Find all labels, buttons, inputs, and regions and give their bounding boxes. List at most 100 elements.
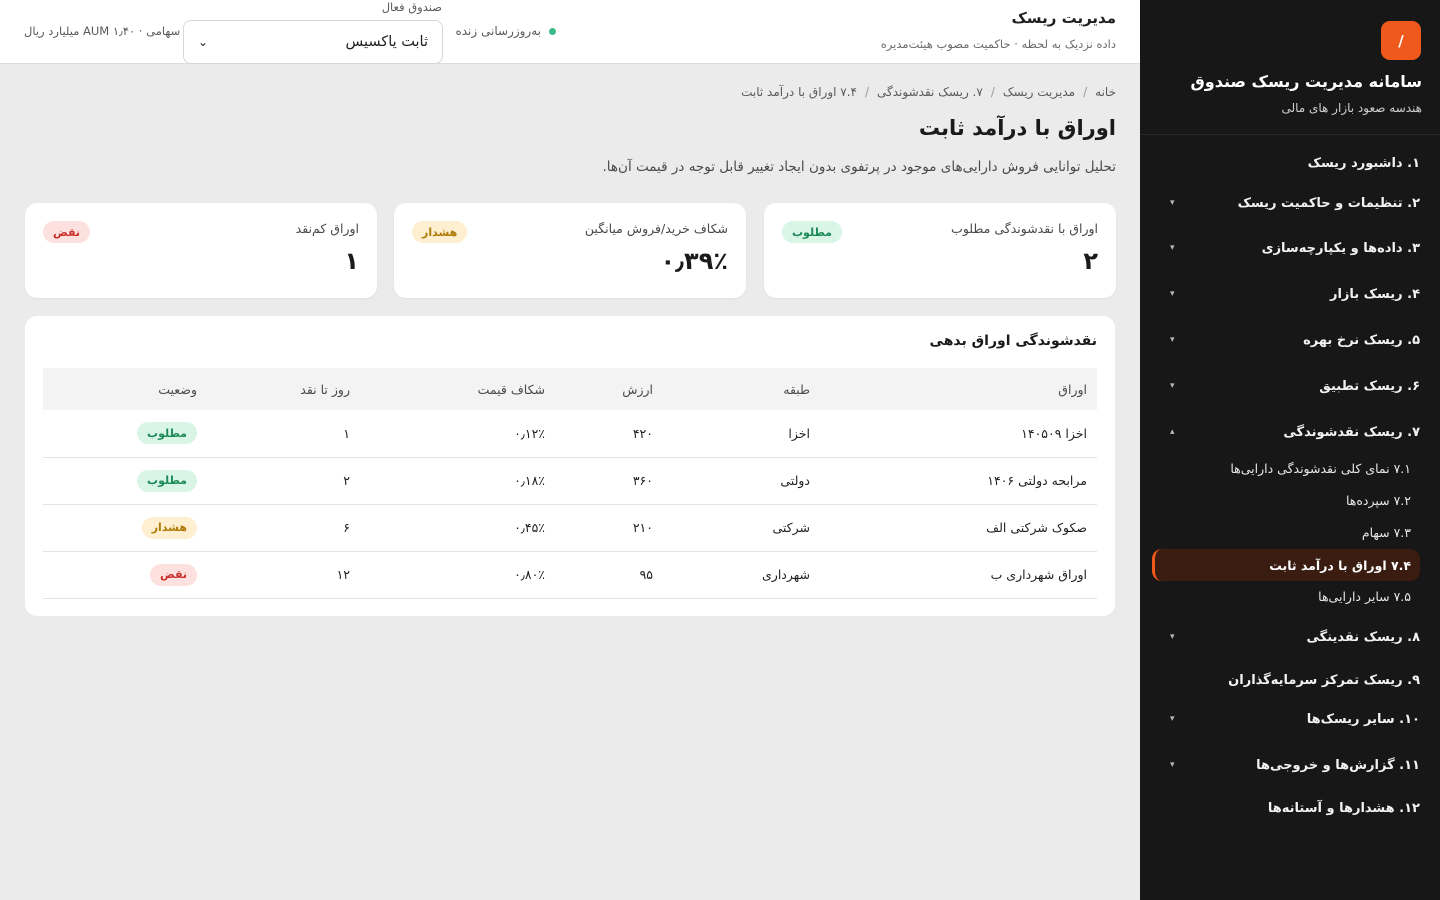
sidebar-item-label: ۱. داشبورد ریسک [1307,155,1420,171]
sidebar-item-investor-concentration[interactable]: ۹. ریسک تمرکز سرمایه‌گذاران [1160,668,1420,692]
chevron-down-icon: ⌄ [198,35,209,49]
cell-days: ۶ [343,520,350,535]
cell-value: ۳۶۰ [632,473,653,488]
sidebar-item-data[interactable]: ۳. داده‌ها و یکپارچه‌سازی ▾ [1160,236,1420,260]
top-header: مدیریت ریسک داده نزدیک به لحظه · حاکمیت … [0,0,1140,64]
sidebar-item-label: ۶. ریسک تطبیق [1319,378,1420,394]
cell-spread: ۰٫۸۰٪ [514,567,545,582]
sidebar-item-label: ۴. ریسک بازار [1329,286,1420,302]
sidebar-brand: / سامانه مدیریت ریسک صندوق هندسه صعود با… [1140,0,1440,135]
app-logo[interactable]: / [1381,21,1421,60]
sidebar-item-compliance-risk[interactable]: ۶. ریسک تطبیق ▾ [1160,374,1420,398]
kpi-value: ۱ [344,247,359,275]
breadcrumb-separator: / [864,85,870,99]
sidebar-subitem-stocks[interactable]: ۷.۳ سهام [1362,521,1411,543]
sidebar-subitem-fixed-income[interactable]: ۷.۴ اوراق با درآمد ثابت [1152,549,1420,581]
sidebar-item-label: ۱۱. گزارش‌ها و خروجی‌ها [1256,757,1420,773]
table-header-row: اوراق طبقه ارزش شکاف قیمت روز تا نقد وضع… [43,368,1097,410]
status-badge: مطلوب [137,469,197,492]
status-badge: نقض [149,563,197,586]
cell-bond: مرابحه دولتی ۱۴۰۶ [987,473,1087,488]
chevron-down-icon: ▾ [1170,714,1175,724]
cell-class: شرکتی [772,520,810,535]
table-title: نقدشوندگی اوراق بدهی [929,333,1097,349]
table-row: صکوک شرکتی الف شرکتی ۲۱۰ ۰٫۴۵٪ ۶ هشدار [43,504,1097,551]
sidebar-item-cash-risk[interactable]: ۸. ریسک نقدینگی ▾ [1160,625,1420,649]
chevron-up-icon: ▴ [1170,427,1175,437]
cell-class: شهرداری [762,567,810,582]
sidebar-item-alerts[interactable]: ۱۲. هشدارها و آستانه‌ها [1160,796,1420,820]
chevron-down-icon: ▾ [1170,198,1175,208]
bond-liquidity-table: اوراق طبقه ارزش شکاف قیمت روز تا نقد وضع… [43,368,1097,599]
kpi-title: اوراق با نقدشوندگی مطلوب [951,221,1098,236]
chevron-down-icon: ▾ [1170,335,1175,345]
header-subtitle: داده نزدیک به لحظه · حاکمیت مصوب هیئت‌مد… [880,37,1116,51]
sidebar-item-governance[interactable]: ۲. تنظیمات و حاکمیت ریسک ▾ [1160,191,1420,215]
kpi-card-liquid-bonds: اوراق با نقدشوندگی مطلوب ۲ مطلوب [764,203,1116,298]
fund-select-value: ثابت یاکسیس [345,34,429,50]
column-header-bond: اوراق [1058,381,1087,397]
sidebar-subitem-overview[interactable]: ۷.۱ نمای کلی نقدشوندگی دارایی‌ها [1230,457,1411,479]
sidebar-item-other-risks[interactable]: ۱۰. سایر ریسک‌ها ▾ [1160,707,1420,731]
sidebar-item-interest-risk[interactable]: ۵. ریسک نرخ بهره ▾ [1160,328,1420,352]
status-badge: نقض [43,221,91,243]
sidebar-item-label: ۲. تنظیمات و حاکمیت ریسک [1237,195,1420,211]
table-row: اوراق شهرداری ب شهرداری ۹۵ ۰٫۸۰٪ ۱۲ نقض [43,551,1097,598]
cell-value: ۲۱۰ [632,520,653,535]
column-header-spread: شکاف قیمت [477,381,545,397]
cell-days: ۱ [343,425,350,441]
kpi-title: شکاف خرید/فروش میانگین [584,221,728,236]
fund-select[interactable]: ثابت یاکسیس ⌄ [183,20,443,64]
column-header-value: ارزش [622,381,653,397]
sidebar-item-market-risk[interactable]: ۴. ریسک بازار ▾ [1160,282,1420,306]
cell-spread: ۰٫۱۲٪ [514,425,545,441]
breadcrumb-separator: / [1083,85,1088,99]
sidebar-subitem-deposits[interactable]: ۷.۲ سپرده‌ها [1346,489,1411,511]
bond-liquidity-table-card: نقدشوندگی اوراق بدهی اوراق طبقه ارزش شکا… [25,316,1115,616]
cell-days: ۲ [343,473,350,488]
page-title: اوراق با درآمد ثابت [918,116,1116,140]
kpi-title: اوراق کم‌نقد [295,221,359,236]
sidebar-item-label: ۱۰. سایر ریسک‌ها [1306,711,1420,727]
app-title: سامانه مدیریت ریسک صندوق [1190,72,1423,91]
breadcrumb-liquidity-risk[interactable]: ۷. ریسک نقدشوندگی [877,85,983,99]
status-badge: هشدار [412,221,468,243]
cell-spread: ۰٫۱۸٪ [514,473,545,488]
sidebar-item-label: ۷. ریسک نقدشوندگی [1283,424,1420,440]
chevron-down-icon: ▾ [1170,632,1175,642]
sidebar-item-label: ۱۲. هشدارها و آستانه‌ها [1267,800,1420,816]
aum-info: سهامی · AUM ۱٫۴۰ میلیارد ریال [24,24,181,38]
breadcrumb-home[interactable]: خانه [1095,85,1116,99]
cell-value: ۴۲۰ [632,425,653,441]
column-header-class: طبقه [783,381,810,397]
cell-spread: ۰٫۴۵٪ [514,520,545,535]
chevron-down-icon: ▾ [1170,381,1175,391]
chevron-down-icon: ▾ [1170,289,1175,299]
live-dot-icon [549,27,556,35]
column-header-status: وضعیت [158,381,197,397]
cell-class: اخزا [788,425,810,441]
page-description: تحلیل توانایی فروش دارایی‌های موجود در پ… [602,159,1116,175]
sidebar-item-reports[interactable]: ۱۱. گزارش‌ها و خروجی‌ها ▾ [1160,753,1420,777]
sidebar-subitem-other-assets[interactable]: ۷.۵ سایر دارایی‌ها [1318,585,1411,607]
sidebar-item-liquidity-risk[interactable]: ۷. ریسک نقدشوندگی ▴ [1160,420,1420,444]
status-badge: مطلوب [137,422,197,445]
chevron-down-icon: ▾ [1170,760,1175,770]
kpi-card-illiquid-bonds: اوراق کم‌نقد ۱ نقض [25,203,377,298]
breadcrumb-risk-management[interactable]: مدیریت ریسک [1003,85,1075,99]
sidebar-item-label: ۵. ریسک نرخ بهره [1303,332,1420,348]
kpi-value: ۲ [1083,247,1098,275]
cell-bond: اخزا ۱۴۰۵۰۹ [1021,425,1087,441]
cell-class: دولتی [780,473,810,488]
breadcrumb-current: ۷.۴ اوراق با درآمد ثابت [741,85,857,99]
breadcrumb-separator: / [990,85,995,99]
breadcrumb: خانه / مدیریت ریسک / ۷. ریسک نقدشوندگی /… [741,85,1116,99]
live-status-text: به‌روزرسانی زنده [455,24,541,38]
sidebar-item-dashboard[interactable]: ۱. داشبورد ریسک [1160,151,1420,175]
app-subtitle: هندسه صعود بازار های مالی [1281,101,1422,115]
logo-glyph: / [1398,31,1404,50]
live-status: به‌روزرسانی زنده [455,24,556,38]
sidebar-item-label: ۸. ریسک نقدینگی [1306,629,1420,645]
cell-bond: اوراق شهرداری ب [990,567,1087,582]
column-header-days: روز تا نقد [300,381,350,397]
